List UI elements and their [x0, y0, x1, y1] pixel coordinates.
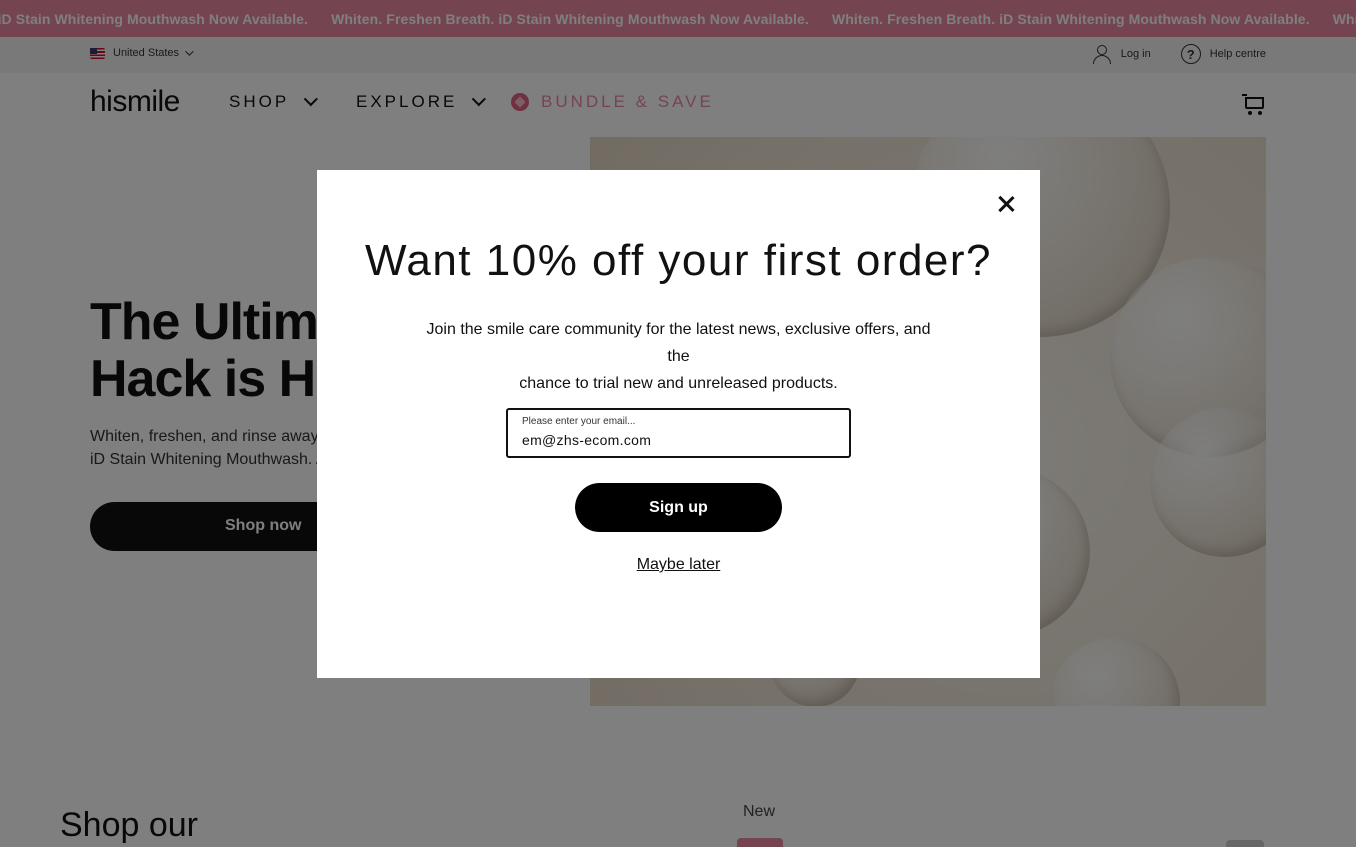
- email-field-label: Please enter your email...: [522, 416, 636, 427]
- email-field-value[interactable]: em@zhs-ecom.com: [522, 432, 651, 448]
- maybe-later-row: Maybe later: [317, 556, 1040, 574]
- modal-description-line: chance to trial new and unreleased produ…: [519, 375, 838, 392]
- sign-up-button[interactable]: Sign up: [575, 483, 782, 532]
- modal-description: Join the smile care community for the la…: [422, 316, 935, 397]
- email-field[interactable]: Please enter your email... em@zhs-ecom.c…: [506, 408, 851, 458]
- close-icon[interactable]: [995, 193, 1017, 215]
- modal-description-line: Join the smile care community for the la…: [426, 321, 931, 365]
- maybe-later-link[interactable]: Maybe later: [637, 556, 721, 573]
- newsletter-modal: Want 10% off your first order? Join the …: [317, 170, 1040, 678]
- modal-title: Want 10% off your first order?: [364, 236, 993, 285]
